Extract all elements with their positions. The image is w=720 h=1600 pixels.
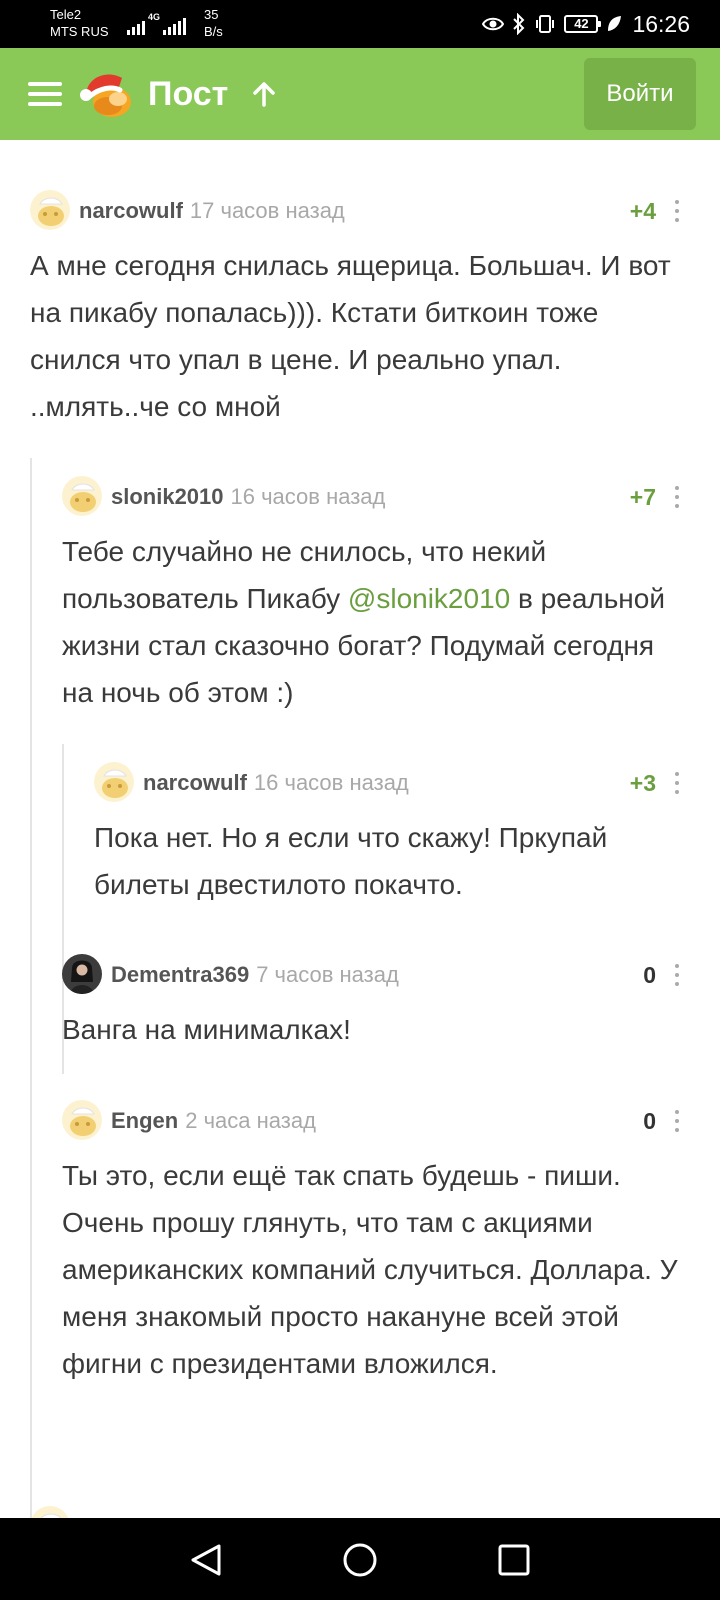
- status-bar: Tele2 MTS RUS 4G 35 B/s 42 16:26: [0, 0, 720, 48]
- arrow-up-icon[interactable]: [250, 80, 278, 108]
- login-button[interactable]: Войти: [584, 58, 696, 130]
- comment-header: narcowulf 17 часов назад +4: [30, 190, 680, 230]
- comment-time: 2 часа назад: [185, 1108, 316, 1133]
- carrier-secondary: MTS RUS: [50, 24, 109, 39]
- username[interactable]: Dementra369: [111, 962, 249, 987]
- comment-rating: 0: [643, 962, 656, 988]
- comment-text: Ты это, если ещё так спать будешь - пиши…: [62, 1160, 678, 1379]
- avatar[interactable]: [30, 1506, 70, 1518]
- comment-header: Dementra369 7 часов назад 0: [62, 954, 680, 994]
- username-link[interactable]: narcowulf 17 часов назад: [79, 198, 345, 224]
- recent-apps-icon[interactable]: [494, 1540, 534, 1580]
- username[interactable]: narcowulf: [79, 198, 183, 223]
- username-link[interactable]: Engen 2 часа назад: [111, 1108, 316, 1134]
- pikabu-logo-icon[interactable]: [78, 64, 138, 124]
- signal-strength-icon-2: [163, 15, 187, 35]
- comment-rating: +3: [629, 770, 656, 796]
- username-link[interactable]: Dementra369 7 часов назад: [111, 962, 399, 988]
- comment-rating: +4: [629, 198, 656, 224]
- username-link[interactable]: slonik2010 16 часов назад: [111, 484, 385, 510]
- carrier-info: Tele2 MTS RUS: [50, 6, 109, 40]
- user-mention-link[interactable]: @slonik2010: [348, 583, 510, 614]
- signal-indicators: 4G: [127, 12, 187, 35]
- comment-rating: 0: [643, 1108, 656, 1134]
- network-speed: 35 B/s: [204, 6, 223, 40]
- thread-line: [30, 458, 32, 1518]
- comment-text: Пока нет. Но я если что скажу! Пркупай б…: [94, 822, 608, 900]
- more-options-icon[interactable]: [674, 1110, 680, 1132]
- comment-time: 17 часов назад: [189, 198, 345, 223]
- vibrate-icon: [536, 15, 555, 33]
- bluetooth-icon: [513, 13, 525, 35]
- avatar[interactable]: [62, 954, 102, 994]
- comment-time: 7 часов назад: [256, 962, 399, 987]
- comment: narcowulf 16 часов назад +3 Пока нет. Но …: [94, 762, 680, 908]
- back-icon[interactable]: [186, 1540, 226, 1580]
- signal-strength-icon: [127, 15, 145, 35]
- comment-text: Ванга на минималках!: [62, 1014, 351, 1045]
- avatar[interactable]: [62, 1100, 102, 1140]
- comment-time: 16 часов назад: [230, 484, 386, 509]
- leaf-icon: [608, 16, 622, 31]
- hamburger-menu-icon[interactable]: [28, 80, 62, 108]
- home-icon[interactable]: [340, 1540, 380, 1580]
- username-link[interactable]: narcowulf 16 часов назад: [143, 770, 409, 796]
- more-options-icon[interactable]: [674, 486, 680, 508]
- app-header: Пост Войти: [0, 48, 720, 140]
- avatar[interactable]: [62, 476, 102, 516]
- network-speed-value: 35: [204, 7, 219, 22]
- comment-time: 16 часов назад: [253, 770, 409, 795]
- username[interactable]: narcowulf: [143, 770, 247, 795]
- username[interactable]: slonik2010: [111, 484, 224, 509]
- comments-section: narcowulf 17 часов назад +4 А мне сегодня…: [0, 140, 720, 1518]
- avatar[interactable]: [94, 762, 134, 802]
- more-options-icon[interactable]: [674, 772, 680, 794]
- network-speed-unit: B/s: [204, 24, 223, 39]
- carrier-primary: Tele2: [50, 7, 82, 22]
- clock: 16:26: [632, 10, 690, 37]
- comment-rating: +7: [629, 484, 656, 510]
- comment-text: Тебе случайно не снилось, что некий поль…: [62, 528, 680, 716]
- more-options-icon[interactable]: [674, 964, 680, 986]
- comment: Dementra369 7 часов назад 0 Ванга на мини…: [62, 954, 680, 1053]
- battery-indicator: 42: [564, 15, 602, 33]
- status-icons: 42 16:26: [482, 10, 690, 38]
- comment: narcowulf 17 часов назад +4 А мне сегодня…: [30, 190, 680, 430]
- comment-header: narcowulf 16 часов назад +3: [94, 762, 680, 802]
- comment: slonik2010 16 часов назад +7 Тебе случайн…: [62, 476, 680, 716]
- comment-text: А мне сегодня снилась ящерица. Большач. …: [30, 250, 671, 422]
- comment-header: Engen 2 часа назад 0: [62, 1100, 680, 1140]
- network-type-label: 4G: [148, 12, 161, 22]
- avatar[interactable]: [30, 190, 70, 230]
- system-navigation-bar: [0, 1518, 720, 1600]
- comment-header: slonik2010 16 часов назад +7: [62, 476, 680, 516]
- comment: Engen 2 часа назад 0 Ты это, если ещё так…: [62, 1100, 680, 1387]
- eye-icon: [482, 17, 505, 31]
- more-options-icon[interactable]: [674, 200, 680, 222]
- username[interactable]: Engen: [111, 1108, 178, 1133]
- page-title: Пост: [148, 75, 229, 113]
